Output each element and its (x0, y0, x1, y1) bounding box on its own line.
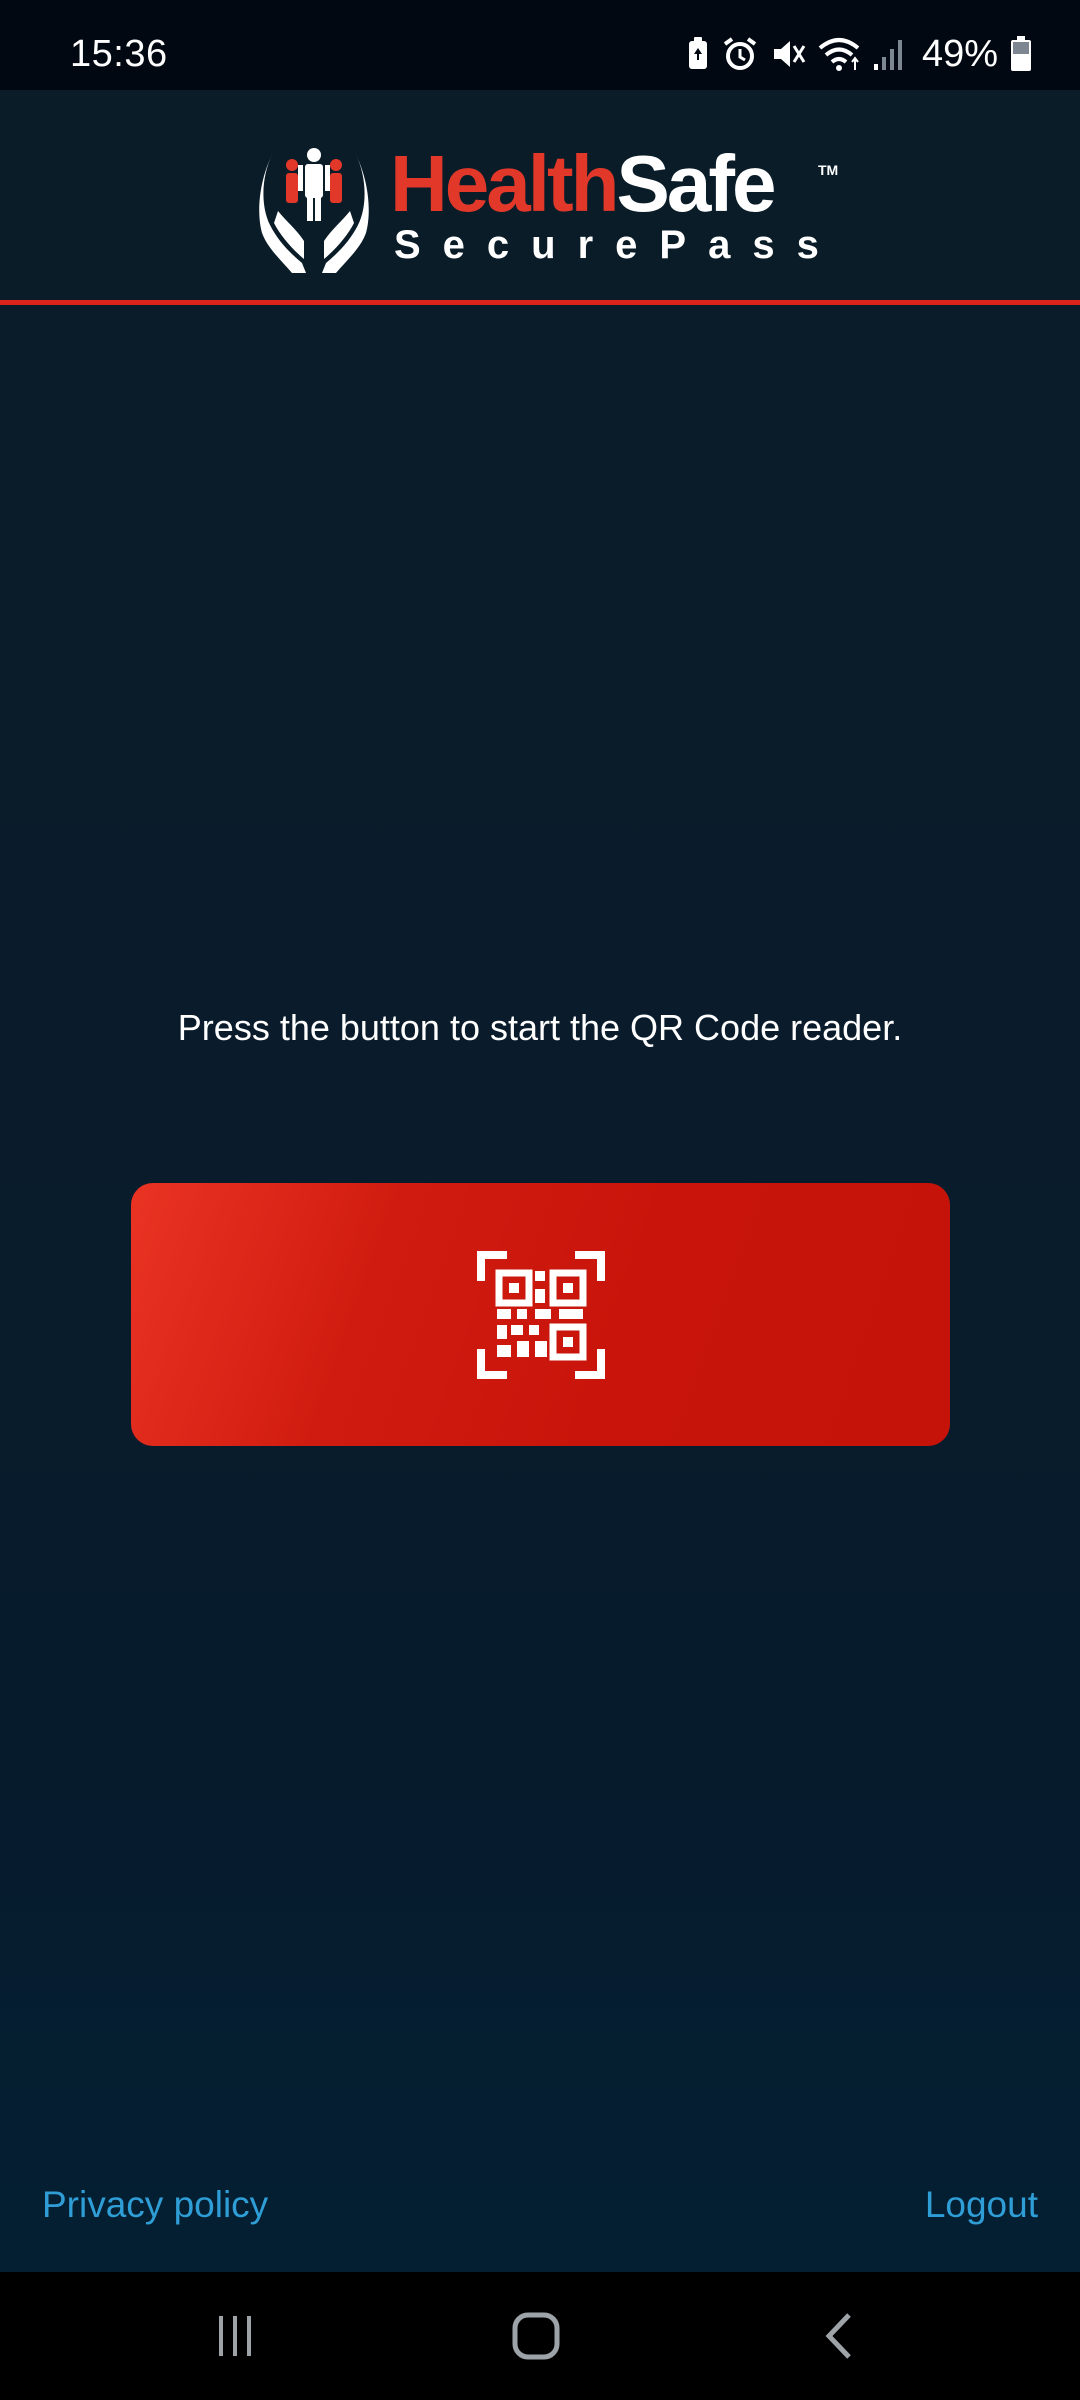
recents-icon (219, 2316, 251, 2356)
back-icon (825, 2313, 851, 2359)
alarm-icon (723, 37, 757, 70)
trademark: TM (818, 162, 839, 178)
back-button[interactable] (794, 2296, 884, 2376)
status-bar: 15:36 49% (0, 0, 1080, 90)
app-screen: 15:36 49% HealthSafe TM SecurePass Press… (0, 0, 1080, 2400)
navigation-bar (0, 2272, 1080, 2400)
status-time: 15:36 (70, 33, 168, 75)
battery-percent: 49% (921, 33, 998, 75)
qr-code-scan-icon (476, 1250, 605, 1379)
home-button[interactable] (491, 2296, 581, 2376)
brand-health: Health (390, 139, 619, 228)
brand-subtitle: SecurePass (394, 223, 841, 267)
logout-link[interactable]: Logout (925, 2180, 1038, 2230)
wifi-icon (818, 38, 860, 71)
hands-people-logo-icon (259, 148, 369, 273)
recents-button[interactable] (190, 2296, 280, 2376)
signal-icon (873, 40, 902, 70)
home-icon (512, 2312, 560, 2360)
brand-safe: Safe (616, 139, 777, 228)
start-qr-scanner-button[interactable] (131, 1183, 950, 1446)
brand-title: HealthSafe (390, 139, 777, 228)
status-icons: 49% (686, 28, 1032, 80)
privacy-policy-link[interactable]: Privacy policy (42, 2180, 268, 2230)
battery-saver-icon (688, 37, 707, 69)
scan-prompt: Press the button to start the QR Code re… (177, 1007, 903, 1048)
battery-icon (1011, 36, 1031, 71)
header-divider (0, 300, 1080, 305)
mute-icon (773, 41, 806, 67)
